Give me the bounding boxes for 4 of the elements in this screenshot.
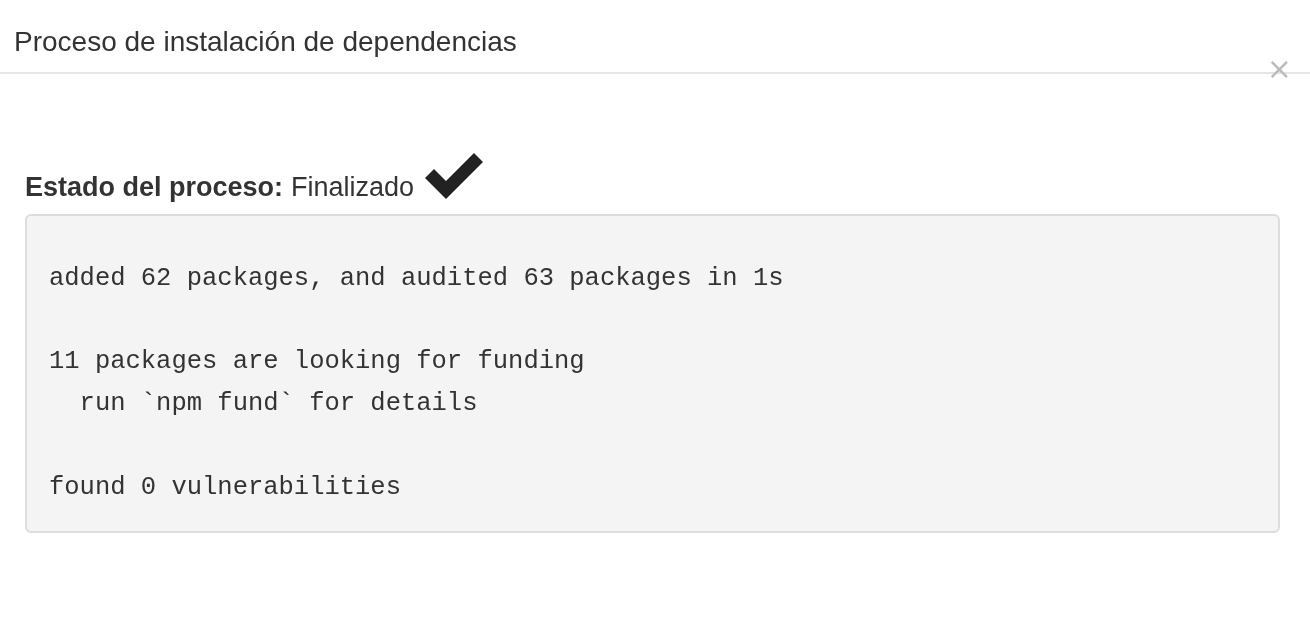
status-value: Finalizado (291, 171, 415, 204)
status-label: Estado del proceso: (25, 171, 284, 204)
console-output: added 62 packages, and audited 63 packages in 1s 11 packages are looking for funding run `npm fund` for details found 0 vulnerabilities (25, 214, 1280, 533)
dialog-title: Proceso de instalación de dependencias (14, 25, 517, 59)
